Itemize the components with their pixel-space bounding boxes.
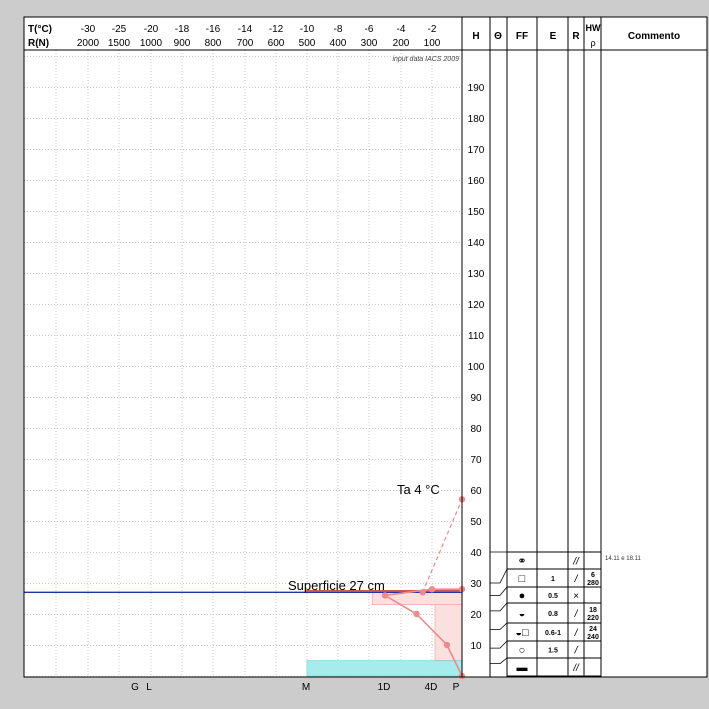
height-tick-label: 20 (470, 610, 482, 621)
snow-temperature-point (413, 610, 420, 618)
snow-temperature-point (381, 592, 389, 599)
height-tick-label: 140 (468, 238, 485, 249)
ram-tick-label: 1000 (140, 38, 163, 49)
ground-bar (306, 660, 463, 677)
ram-tick-label: 2000 (77, 38, 100, 49)
layer-density: 220 (587, 615, 599, 622)
column-header-rho: ρ (590, 38, 595, 48)
layer-grain-icon: ● (519, 590, 526, 602)
layer-hardness: 24 (589, 626, 597, 633)
height-tick-label: 10 (470, 641, 482, 652)
ram-tick-label: 500 (299, 38, 316, 49)
bottom-hardness-label: 4D (425, 682, 438, 693)
ram-tick-label: 400 (330, 38, 347, 49)
snow-temperature-point (443, 641, 451, 649)
layer-grain-icon: □ (519, 573, 526, 585)
layer-density: 240 (587, 634, 599, 641)
ram-tick-label: 800 (205, 38, 222, 49)
height-tick-label: 110 (468, 331, 484, 342)
temperature-tick-label: -2 (428, 24, 437, 35)
temperature-tick-label: -8 (334, 24, 343, 35)
chart-svg: ⚭//□ 1/6280● 0.5 ×◒ 0.8/18220◒□ 0.6-1/24240○ 1… (23, 16, 708, 693)
column-header-r: R (572, 31, 580, 42)
comment-text: 14.11 e 18.11 (605, 556, 641, 562)
layer-wetness: × (573, 591, 579, 602)
temperature-tick-label: -25 (112, 24, 127, 35)
height-tick-label: 180 (468, 114, 485, 125)
ram-tick-label: 1500 (108, 38, 131, 49)
height-tick-label: 150 (468, 207, 485, 218)
layer-grain-icon: ○ (519, 645, 526, 657)
ram-axis-label: R(N) (28, 38, 49, 49)
bottom-hardness-label: G (131, 682, 139, 693)
source-note: input data IACS 2009 (392, 56, 459, 63)
snow-profile-chart: ⚭//□ 1/6 280 ● 0.5 × ◒ 0.8/18 220 ◒□ 0.6-1/24 240 ○ 1… (0, 0, 709, 704)
height-tick-label: 40 (470, 548, 482, 559)
temperature-tick-label: -20 (144, 24, 159, 35)
ram-step (434, 595, 463, 661)
air-temperature-annotation: Ta 4 °C (397, 482, 440, 497)
layer-grain-icon: ⚭ (517, 556, 526, 568)
layer-grain-size: 1.5 (548, 648, 558, 655)
snow-temperature-point (428, 586, 436, 593)
layer-grain-size: 0.5 (548, 593, 558, 600)
height-tick-label: 60 (470, 486, 482, 497)
ram-tick-label: 700 (237, 38, 254, 49)
temperature-axis-label: T(°C) (28, 24, 52, 35)
height-tick-label: 100 (468, 362, 485, 373)
bottom-hardness-label: L (146, 682, 152, 693)
layer-grain-size: 0.8 (548, 611, 558, 618)
layer-hardness: 6 (591, 572, 595, 579)
snow-surface-annotation: Superficie 27 cm (288, 578, 385, 593)
height-tick-label: 190 (468, 83, 485, 94)
height-tick-label: 90 (470, 393, 482, 404)
layer-grain-size: 1 (551, 576, 555, 583)
height-tick-label: 30 (470, 579, 482, 590)
temperature-tick-label: -18 (175, 24, 190, 35)
column-header-h: H (472, 31, 479, 42)
bottom-hardness-label: 1D (378, 682, 391, 693)
column-header-hw: HW (586, 23, 601, 33)
height-tick-label: 120 (468, 300, 485, 311)
ram-tick-label: 100 (424, 38, 441, 49)
ram-tick-label: 300 (361, 38, 378, 49)
ram-tick-label: 200 (393, 38, 410, 49)
column-header-e: E (550, 31, 557, 42)
layer-hardness: 18 (589, 607, 597, 614)
layer-grain-icon: ◒ (519, 608, 526, 620)
height-tick-label: 50 (470, 517, 482, 528)
ram-tick-label: 600 (268, 38, 285, 49)
column-header-theta: Θ (494, 31, 502, 42)
temperature-tick-label: -14 (238, 24, 253, 35)
ram-tick-label: 900 (174, 38, 191, 49)
temperature-tick-label: -30 (81, 24, 96, 35)
layer-grain-size: 0.6-1 (545, 630, 561, 637)
height-tick-label: 170 (468, 145, 485, 156)
temperature-tick-label: -16 (206, 24, 221, 35)
temperature-tick-label: -6 (365, 24, 374, 35)
bottom-hardness-label: M (302, 682, 310, 693)
height-tick-label: 80 (470, 424, 482, 435)
temperature-tick-label: -10 (300, 24, 315, 35)
column-header-ff: FF (516, 31, 528, 42)
column-header-commento: Commento (628, 31, 680, 42)
layer-density: 280 (587, 580, 599, 587)
height-tick-label: 70 (470, 455, 482, 466)
height-tick-label: 130 (468, 269, 485, 280)
bottom-hardness-label: P (453, 682, 460, 693)
temperature-tick-label: -12 (269, 24, 284, 35)
layer-grain-icon: ▬ (517, 662, 528, 674)
temperature-tick-label: -4 (397, 24, 406, 35)
layer-grain-icon: ◒□ (515, 627, 529, 639)
height-tick-label: 160 (468, 176, 485, 187)
